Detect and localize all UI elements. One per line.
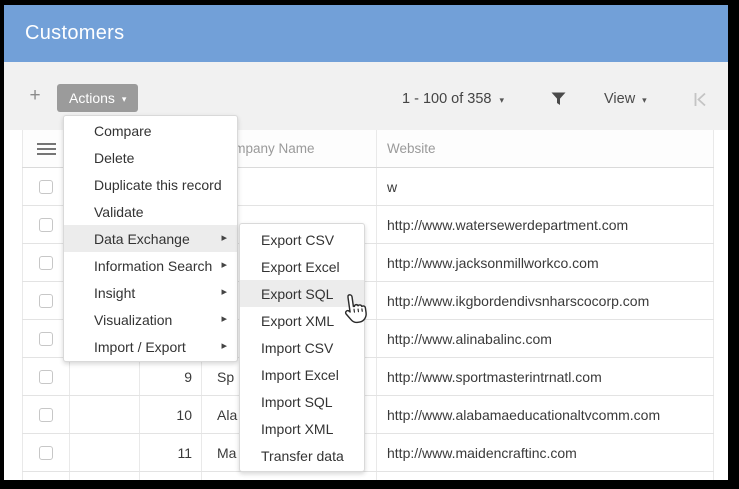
menu-item[interactable]: Delete: [64, 144, 237, 171]
menu-item-label: Import / Export: [94, 339, 186, 355]
actions-button[interactable]: Actions ▾: [57, 84, 138, 112]
submenu-item-label: Export XML: [261, 313, 334, 329]
submenu-item[interactable]: Transfer data: [240, 442, 364, 469]
row-checkbox[interactable]: [39, 408, 53, 422]
submenu-item[interactable]: Export Excel: [240, 253, 364, 280]
row-checkbox[interactable]: [39, 180, 53, 194]
id-cell: 10: [140, 396, 202, 433]
actions-dropdown-menu: Compare Delete Duplicate this record Val…: [63, 115, 238, 362]
filter-button[interactable]: [547, 89, 569, 109]
menu-item[interactable]: Import / Export ▸: [64, 333, 237, 360]
website-header[interactable]: Website: [377, 130, 714, 167]
menu-item-label: Data Exchange: [94, 231, 190, 247]
table-row-partial: [22, 472, 714, 480]
website-cell: http://www.watersewerdepartment.com: [377, 206, 714, 243]
submenu-arrow-icon: ▸: [221, 233, 227, 244]
checkbox-cell: [22, 472, 70, 480]
submenu-item-label: Import CSV: [261, 340, 333, 356]
app-window: Customers + Actions ▾ 1 - 100 of 358 ▾ V…: [4, 5, 728, 480]
website-cell: http://www.maidencraftinc.com: [377, 434, 714, 471]
table-row[interactable]: 11 Ma http://www.maidencraftinc.com: [22, 434, 714, 472]
checkbox-cell: [22, 396, 70, 433]
menu-item[interactable]: Data Exchange ▸: [64, 225, 237, 252]
first-page-button[interactable]: [690, 88, 710, 110]
submenu-arrow-icon: ▸: [221, 341, 227, 352]
menu-item-label: Insight: [94, 285, 135, 301]
submenu-item[interactable]: Import CSV: [240, 334, 364, 361]
add-record-button[interactable]: +: [22, 83, 48, 109]
menu-item[interactable]: Compare: [64, 117, 237, 144]
website-cell: http://www.alabamaeducationaltvcomm.com: [377, 396, 714, 433]
row-checkbox[interactable]: [39, 446, 53, 460]
checkbox-cell: [22, 434, 70, 471]
menu-item-label: Delete: [94, 150, 134, 166]
actions-button-label: Actions: [69, 90, 115, 106]
view-label: View: [604, 91, 635, 107]
submenu-item-label: Export CSV: [261, 232, 334, 248]
submenu-arrow-icon: ▸: [221, 260, 227, 271]
spacer-cell: [70, 358, 140, 395]
menu-item-label: Visualization: [94, 312, 172, 328]
pagination-dropdown[interactable]: 1 - 100 of 358 ▾: [402, 89, 504, 109]
hamburger-icon[interactable]: [37, 143, 56, 155]
row-checkbox[interactable]: [39, 332, 53, 346]
plus-icon: +: [29, 85, 40, 106]
submenu-item[interactable]: Import SQL: [240, 388, 364, 415]
menu-item[interactable]: Visualization ▸: [64, 306, 237, 333]
title-bar: Customers: [4, 5, 728, 62]
submenu-item-label: Import XML: [261, 421, 333, 437]
row-checkbox[interactable]: [39, 294, 53, 308]
id-cell: 9: [140, 358, 202, 395]
submenu-arrow-icon: ▸: [221, 287, 227, 298]
checkbox-cell: [22, 358, 70, 395]
spacer-cell: [70, 472, 140, 480]
menu-item[interactable]: Insight ▸: [64, 279, 237, 306]
company-cell: [202, 472, 377, 480]
menu-item[interactable]: Information Search ▸: [64, 252, 237, 279]
view-dropdown[interactable]: View ▾: [604, 89, 647, 109]
submenu-item-label: Import SQL: [261, 394, 333, 410]
menu-item[interactable]: Duplicate this record: [64, 171, 237, 198]
row-checkbox[interactable]: [39, 256, 53, 270]
submenu-arrow-icon: ▸: [221, 314, 227, 325]
row-checkbox[interactable]: [39, 218, 53, 232]
website-cell: http://www.ikgbordendivsnharscocorp.com: [377, 282, 714, 319]
menu-item-label: Information Search: [94, 258, 212, 274]
caret-down-icon: ▾: [642, 96, 647, 105]
website-cell: [377, 472, 714, 480]
menu-item-label: Compare: [94, 123, 152, 139]
submenu-item-label: Import Excel: [261, 367, 339, 383]
submenu-item-label: Transfer data: [261, 448, 344, 464]
website-cell: w: [377, 168, 714, 205]
spacer-cell: [70, 396, 140, 433]
page-title: Customers: [4, 5, 728, 62]
table-row[interactable]: 10 Ala http://www.alabamaeducationaltvco…: [22, 396, 714, 434]
id-cell: [140, 472, 202, 480]
first-page-icon: [692, 91, 708, 108]
submenu-item[interactable]: Import Excel: [240, 361, 364, 388]
caret-down-icon: ▾: [122, 95, 127, 104]
menu-item[interactable]: Validate: [64, 198, 237, 225]
id-cell: 11: [140, 434, 202, 471]
cursor-pointer-icon: [340, 291, 370, 330]
menu-item-label: Duplicate this record: [94, 177, 222, 193]
caret-down-icon: ▾: [500, 96, 505, 105]
website-cell: http://www.sportmasterintrnatl.com: [377, 358, 714, 395]
submenu-item[interactable]: Import XML: [240, 415, 364, 442]
menu-item-label: Validate: [94, 204, 144, 220]
website-cell: http://www.jacksonmillworkco.com: [377, 244, 714, 281]
data-exchange-submenu: Export CSV Export Excel Export SQL Expor…: [239, 223, 365, 472]
row-checkbox[interactable]: [39, 370, 53, 384]
pagination-label: 1 - 100 of 358: [402, 91, 492, 107]
screenshot-frame: Customers + Actions ▾ 1 - 100 of 358 ▾ V…: [0, 0, 739, 489]
filter-icon: [551, 92, 566, 106]
submenu-item-label: Export Excel: [261, 259, 340, 275]
submenu-item[interactable]: Export CSV: [240, 226, 364, 253]
website-cell: http://www.alinabalinc.com: [377, 320, 714, 357]
submenu-item-label: Export SQL: [261, 286, 333, 302]
spacer-cell: [70, 434, 140, 471]
table-row[interactable]: 9 Sp http://www.sportmasterintrnatl.com: [22, 358, 714, 396]
